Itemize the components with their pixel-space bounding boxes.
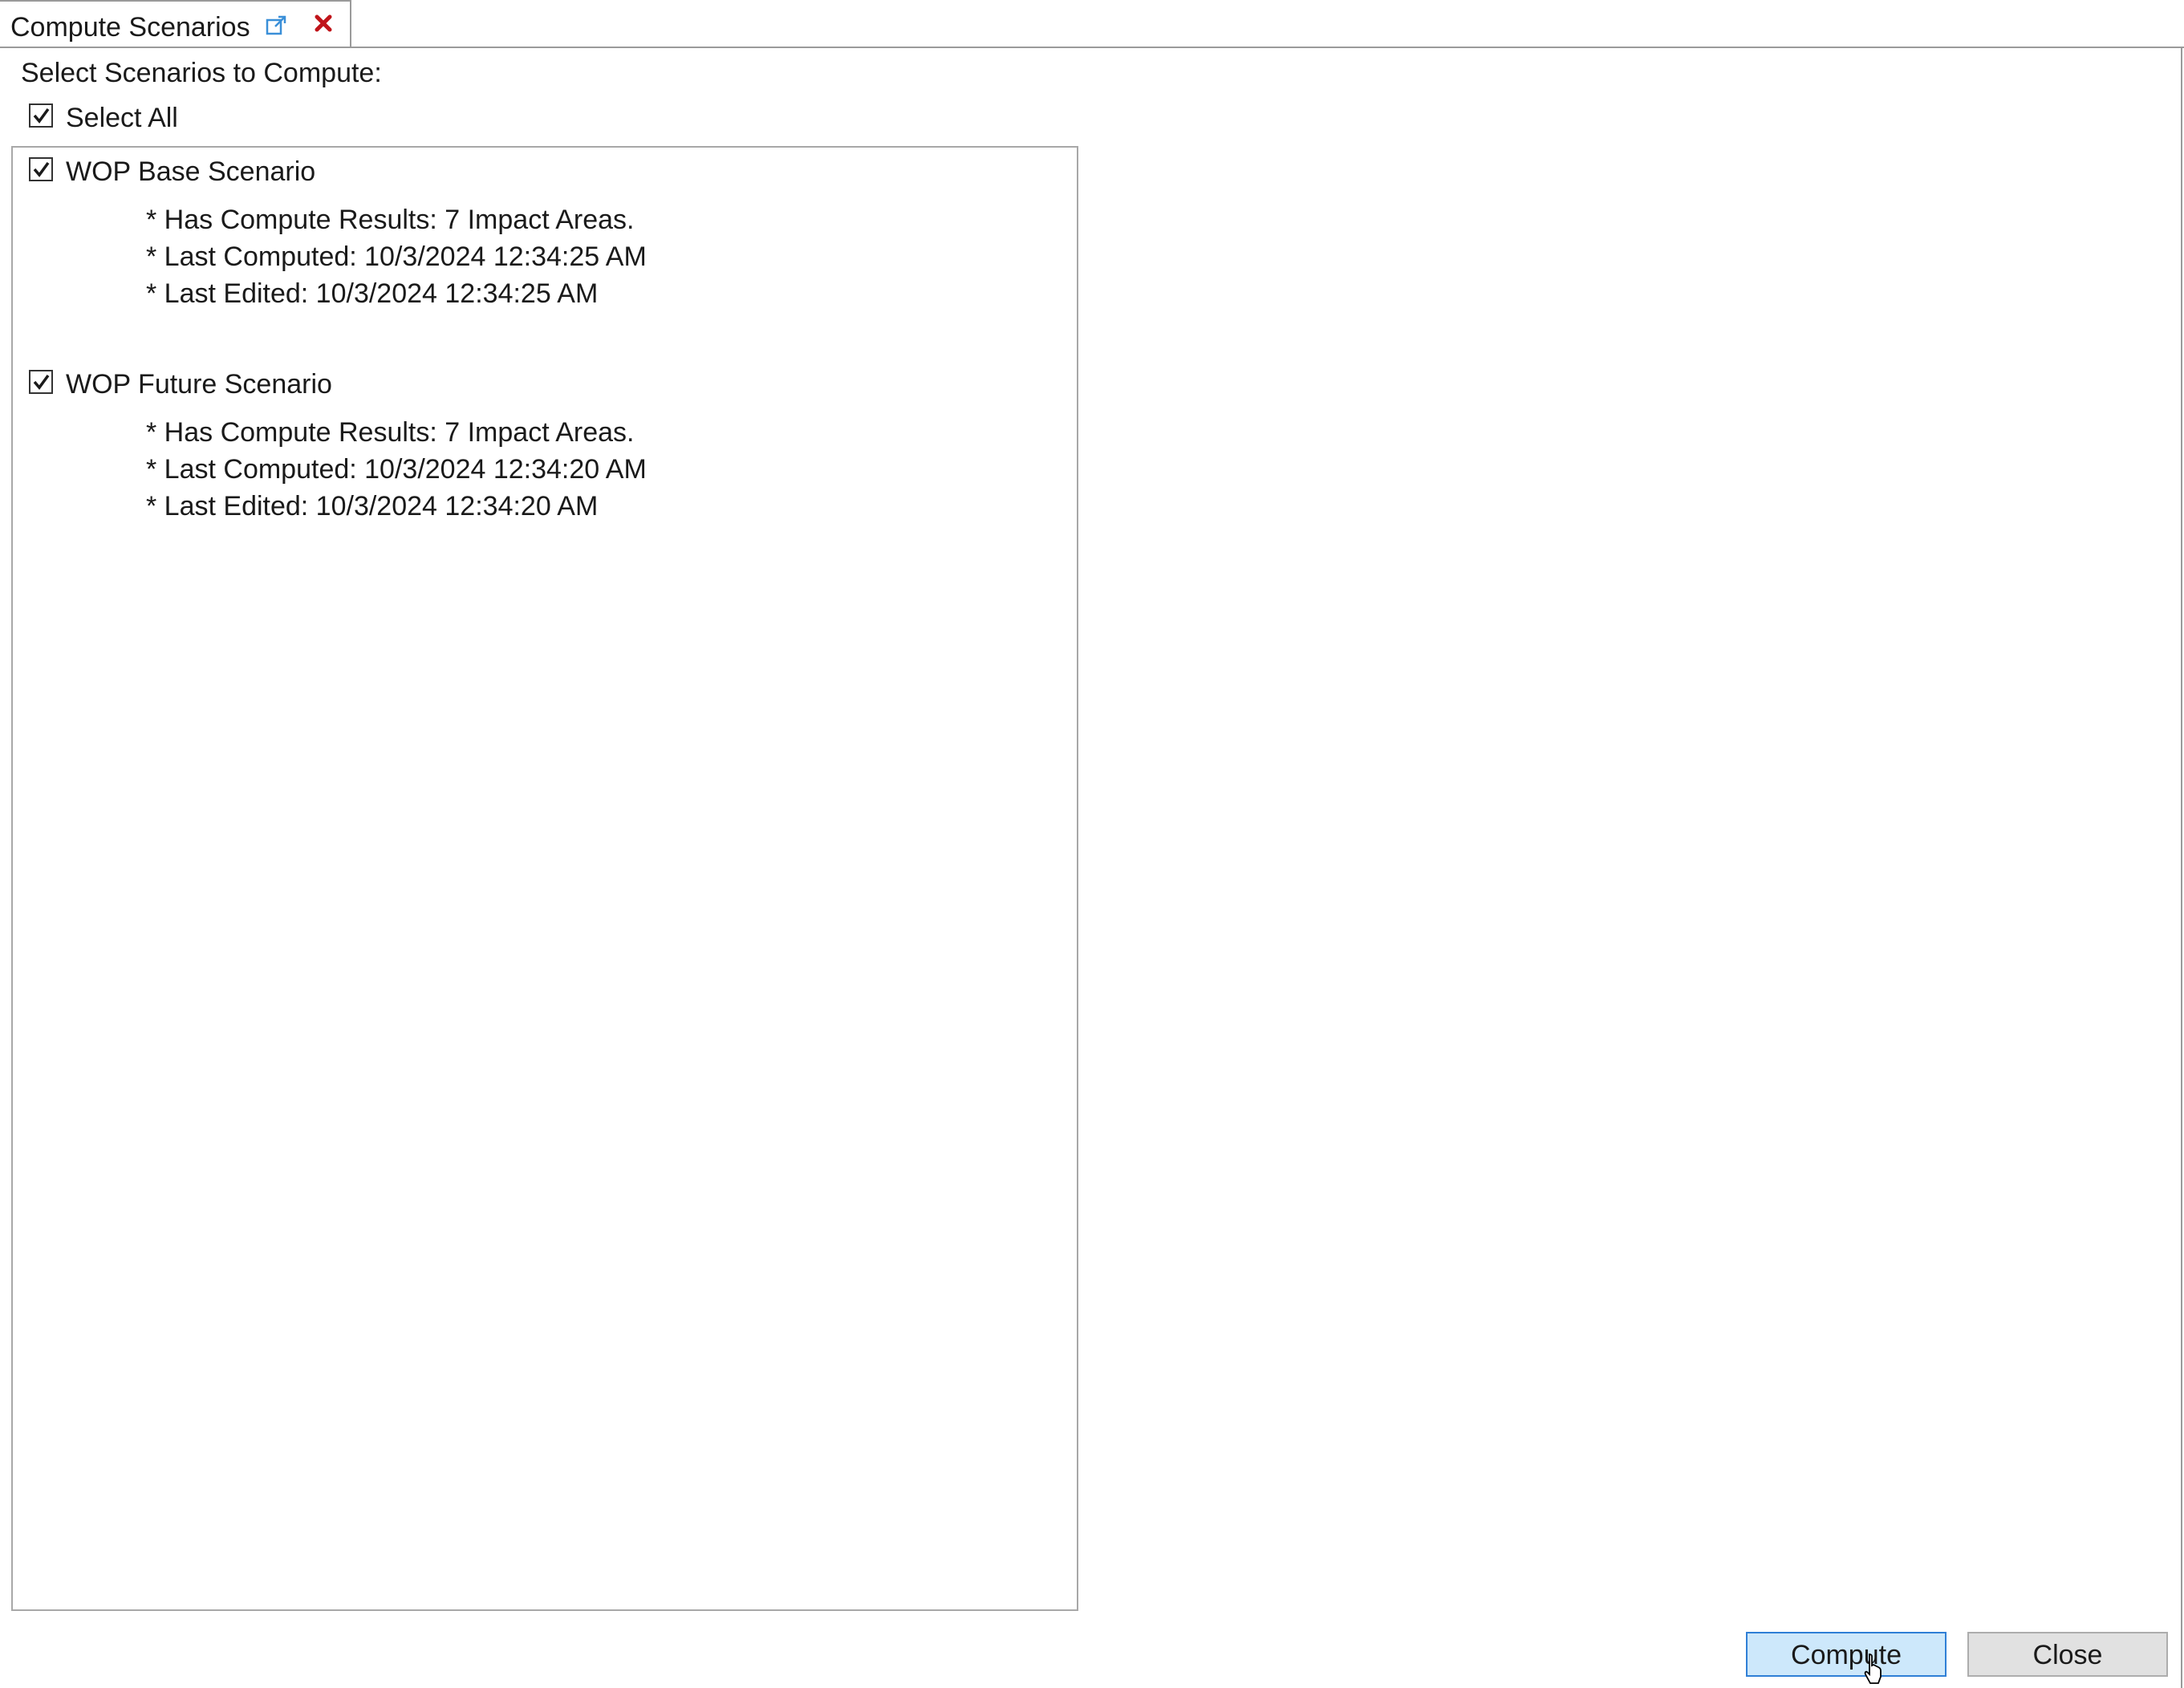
popout-icon[interactable] xyxy=(265,14,287,37)
compute-scenarios-window: Compute Scenarios Select Scenarios to Co… xyxy=(0,0,2184,1688)
compute-button[interactable]: Compute xyxy=(1746,1632,1947,1677)
scenario-name[interactable]: WOP Base Scenario xyxy=(66,155,315,189)
scenario-list xyxy=(11,146,1078,1611)
scenario-detail-last-edited: * Last Edited: 10/3/2024 12:34:25 AM xyxy=(146,278,599,309)
close-icon[interactable] xyxy=(313,13,334,34)
mouse-cursor-icon xyxy=(1863,1653,1884,1685)
scenario-checkbox-wop-base[interactable] xyxy=(29,157,53,181)
tab-title: Compute Scenarios xyxy=(10,12,250,43)
scenario-detail-last-computed: * Last Computed: 10/3/2024 12:34:25 AM xyxy=(146,241,647,272)
scenario-detail-results: * Has Compute Results: 7 Impact Areas. xyxy=(146,417,635,448)
select-all-checkbox[interactable] xyxy=(29,103,53,128)
page-title: Select Scenarios to Compute: xyxy=(21,58,382,88)
scenario-detail-results: * Has Compute Results: 7 Impact Areas. xyxy=(146,205,635,235)
scenario-checkbox-wop-future[interactable] xyxy=(29,370,53,394)
select-all-label[interactable]: Select All xyxy=(66,101,178,135)
scenario-name[interactable]: WOP Future Scenario xyxy=(66,367,332,401)
scenario-detail-last-edited: * Last Edited: 10/3/2024 12:34:20 AM xyxy=(146,491,599,521)
close-button[interactable]: Close xyxy=(1967,1632,2168,1677)
scenario-detail-last-computed: * Last Computed: 10/3/2024 12:34:20 AM xyxy=(146,454,647,485)
tab-compute-scenarios[interactable]: Compute Scenarios xyxy=(0,0,351,47)
panel-border xyxy=(2181,47,2182,1688)
tab-divider xyxy=(0,47,2184,48)
